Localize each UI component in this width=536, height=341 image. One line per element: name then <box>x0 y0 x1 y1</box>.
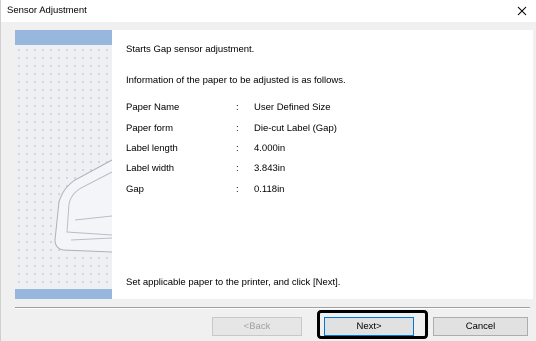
detail-value: Die-cut Label (Gap) <box>254 123 337 134</box>
detail-label: Gap <box>126 184 144 195</box>
close-button[interactable] <box>507 0 536 22</box>
detail-separator: : <box>236 123 239 134</box>
back-button[interactable]: <Back <box>212 317 302 336</box>
detail-separator: : <box>236 102 239 113</box>
detail-label: Label length <box>126 143 178 154</box>
detail-separator: : <box>236 163 239 174</box>
close-icon <box>517 6 527 16</box>
detail-separator: : <box>236 143 239 154</box>
detail-value: 3.843in <box>254 163 286 174</box>
detail-value: User Defined Size <box>254 102 331 113</box>
info-text: Information of the paper to be adjusted … <box>126 75 346 86</box>
printer-illustration <box>15 30 112 299</box>
printer-icon <box>54 159 112 253</box>
intro-text: Starts Gap sensor adjustment. <box>126 44 255 55</box>
cancel-button[interactable]: Cancel <box>433 317 528 336</box>
side-band-top <box>15 30 112 45</box>
sensor-adjustment-dialog: Sensor Adjustment Starts Gap sensor adju… <box>0 0 536 341</box>
detail-label: Paper Name <box>126 102 180 113</box>
detail-label: Label width <box>126 163 175 174</box>
detail-separator: : <box>236 184 239 195</box>
side-band-bottom <box>15 289 112 299</box>
content-panel: Starts Gap sensor adjustment. Informatio… <box>15 30 533 299</box>
next-button-highlight <box>317 310 428 339</box>
dialog-body: Starts Gap sensor adjustment. Informatio… <box>1 22 536 341</box>
instruction-text: Set applicable paper to the printer, and… <box>126 277 341 288</box>
button-divider <box>15 307 530 309</box>
detail-value: 4.000in <box>254 143 286 154</box>
window-title: Sensor Adjustment <box>7 5 87 16</box>
detail-value: 0.118in <box>254 184 285 195</box>
detail-label: Paper form <box>126 123 173 134</box>
title-bar: Sensor Adjustment <box>1 0 536 22</box>
